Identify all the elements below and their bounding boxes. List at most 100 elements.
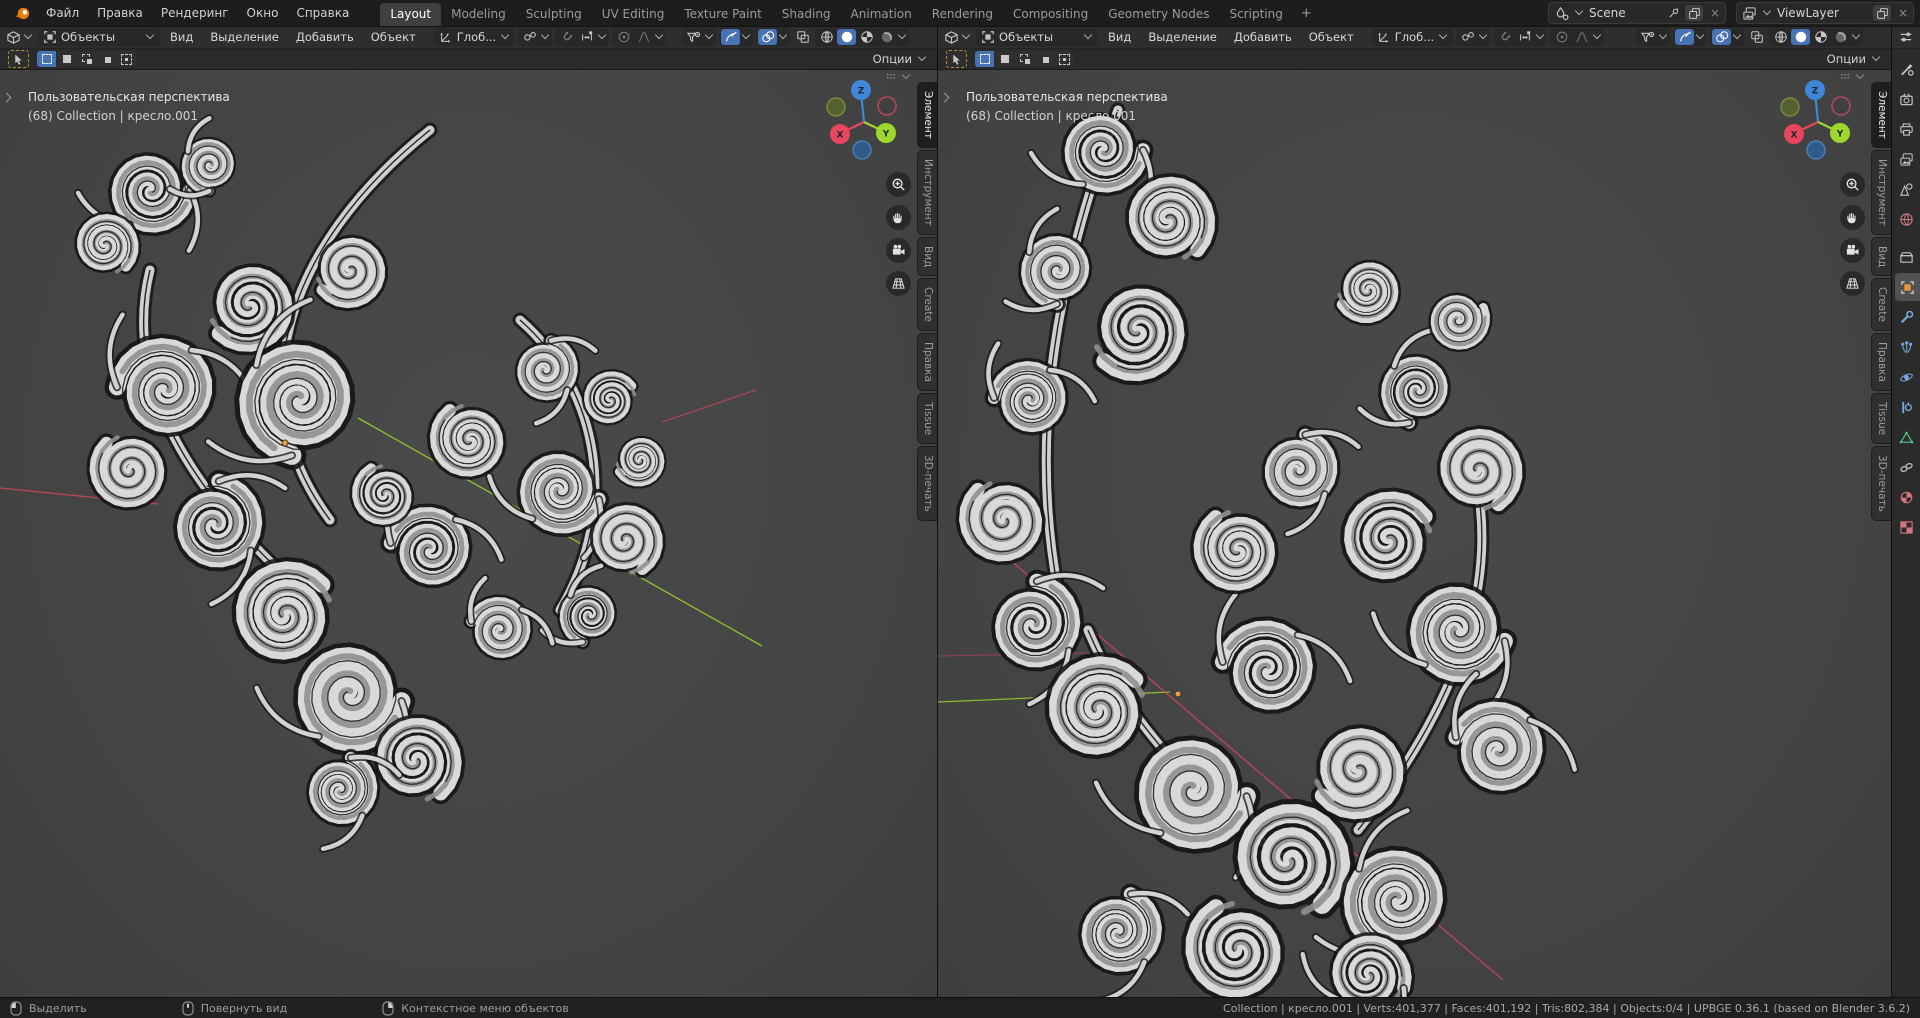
viewport-right-canvas[interactable]: Пользовательская перспектива (68) Collec… [938, 70, 1891, 998]
sidebar-tab-3dprint[interactable]: 3D-печать [917, 446, 937, 521]
menu-help[interactable]: Справка [287, 2, 358, 24]
properties-tab-material[interactable] [1892, 483, 1920, 511]
select-mode-extend[interactable] [57, 51, 76, 67]
properties-tab-relations[interactable] [1892, 453, 1920, 481]
transform-orientation-selector[interactable]: Глоб... [434, 28, 515, 46]
add-workspace-button[interactable]: + [1293, 3, 1320, 26]
menu-render[interactable]: Рендеринг [152, 2, 238, 24]
new-scene-button[interactable] [1685, 5, 1703, 21]
zoom-button[interactable] [1840, 172, 1865, 197]
menu-file[interactable]: Файл [37, 2, 88, 24]
workspace-tab-uv-editing[interactable]: UV Editing [592, 3, 675, 26]
menu-object[interactable]: Объект [1302, 28, 1361, 46]
camera-view-button[interactable] [886, 238, 911, 263]
workspace-tab-shading[interactable]: Shading [772, 3, 841, 26]
zoom-button[interactable] [886, 172, 911, 197]
properties-tab-particles[interactable] [1892, 333, 1920, 361]
remove-view-layer-button[interactable]: × [1896, 6, 1910, 20]
properties-tab-object-data[interactable] [1892, 423, 1920, 451]
properties-tab-texture[interactable] [1892, 513, 1920, 541]
visibility-selector[interactable] [1636, 28, 1670, 46]
perspective-toggle-button[interactable] [1840, 271, 1865, 296]
snap-toggle[interactable] [557, 29, 576, 45]
properties-tab-modifiers[interactable] [1892, 303, 1920, 331]
snap-target-button[interactable] [577, 29, 596, 45]
pin-icon[interactable] [1667, 7, 1680, 20]
select-mode-set[interactable] [975, 51, 994, 67]
perspective-toggle-button[interactable] [886, 271, 911, 296]
navigation-gizmo[interactable]: ZXY [821, 76, 907, 162]
properties-editor-type-button[interactable] [1892, 26, 1920, 49]
falloff-selector[interactable] [1572, 29, 1591, 45]
scene-selector[interactable]: Scene × [1548, 2, 1726, 24]
menu-view[interactable]: Вид [163, 28, 200, 46]
transform-orientation-selector[interactable]: Глоб... [1372, 28, 1453, 46]
shading-rendered-button[interactable] [877, 29, 896, 45]
shading-solid-button[interactable] [1791, 29, 1810, 45]
properties-tab-view-layer[interactable] [1892, 145, 1920, 173]
blender-logo-icon[interactable] [8, 0, 37, 26]
xray-toggle[interactable] [1747, 29, 1766, 45]
pivot-point-selector[interactable] [518, 28, 552, 46]
shading-material-button[interactable] [1811, 29, 1830, 45]
show-gizmo-toggle[interactable] [721, 29, 740, 45]
workspace-tab-rendering[interactable]: Rendering [922, 3, 1003, 26]
workspace-tab-geometry-nodes[interactable]: Geometry Nodes [1098, 3, 1219, 26]
xray-toggle[interactable] [793, 29, 812, 45]
workspace-tab-sculpting[interactable]: Sculpting [516, 3, 592, 26]
sidebar-tab-3dprint[interactable]: 3D-печать [1871, 446, 1891, 521]
properties-tab-tool[interactable] [1892, 55, 1920, 83]
menu-add[interactable]: Добавить [1227, 28, 1299, 46]
sidebar-tab-view[interactable]: Вид [917, 237, 937, 276]
navigation-gizmo[interactable]: ZXY [1775, 76, 1861, 162]
properties-tab-object[interactable] [1895, 273, 1920, 301]
properties-tab-output[interactable] [1892, 115, 1920, 143]
sidebar-tab-item[interactable]: Элемент [1871, 82, 1891, 148]
select-mode-invert[interactable] [97, 51, 116, 67]
menu-select[interactable]: Выделение [1141, 28, 1224, 46]
menu-select[interactable]: Выделение [203, 28, 286, 46]
snap-toggle[interactable] [1495, 29, 1514, 45]
properties-tab-physics[interactable] [1892, 363, 1920, 391]
pan-button[interactable] [1840, 205, 1865, 230]
proportional-editing-toggle[interactable] [614, 29, 633, 45]
options-dropdown[interactable]: Опции [873, 52, 929, 66]
sidebar-tab-tissue[interactable]: Tissue [1871, 393, 1891, 444]
workspace-tab-texture-paint[interactable]: Texture Paint [674, 3, 771, 26]
sidebar-tab-tool[interactable]: Инструмент [917, 150, 937, 235]
visibility-selector[interactable] [682, 28, 716, 46]
new-view-layer-button[interactable] [1873, 5, 1891, 21]
active-tool-tweak-button[interactable] [8, 50, 29, 68]
sidebar-tab-tissue[interactable]: Tissue [917, 393, 937, 444]
shading-material-button[interactable] [857, 29, 876, 45]
menu-object[interactable]: Объект [364, 28, 423, 46]
select-mode-intersect[interactable] [1055, 51, 1074, 67]
properties-tab-world[interactable] [1892, 205, 1920, 233]
options-dropdown[interactable]: Опции [1827, 52, 1883, 66]
select-mode-set[interactable] [37, 51, 56, 67]
select-mode-intersect[interactable] [117, 51, 136, 67]
menu-view[interactable]: Вид [1101, 28, 1138, 46]
active-tool-tweak-button[interactable] [946, 50, 967, 68]
properties-tab-scene[interactable] [1892, 175, 1920, 203]
snap-target-button[interactable] [1515, 29, 1534, 45]
select-mode-extend[interactable] [995, 51, 1014, 67]
pivot-point-selector[interactable] [1456, 28, 1490, 46]
select-mode-subtract[interactable] [77, 51, 96, 67]
pan-button[interactable] [886, 205, 911, 230]
sidebar-tab-create[interactable]: Create [1871, 278, 1891, 331]
menu-edit[interactable]: Правка [88, 2, 152, 24]
show-overlays-toggle[interactable] [758, 29, 777, 45]
show-gizmo-toggle[interactable] [1675, 29, 1694, 45]
mode-selector[interactable]: Объекты [976, 28, 1098, 46]
workspace-tab-compositing[interactable]: Compositing [1003, 3, 1098, 26]
sidebar-tab-view[interactable]: Вид [1871, 237, 1891, 276]
view-layer-selector[interactable]: ViewLayer × [1736, 2, 1914, 24]
show-overlays-toggle[interactable] [1712, 29, 1731, 45]
shading-solid-button[interactable] [837, 29, 856, 45]
sidebar-tab-edit[interactable]: Правка [917, 333, 937, 391]
workspace-tab-modeling[interactable]: Modeling [441, 3, 516, 26]
properties-tab-collection[interactable] [1892, 243, 1920, 271]
mode-selector[interactable]: Объекты [38, 28, 160, 46]
sidebar-tab-tool[interactable]: Инструмент [1871, 150, 1891, 235]
